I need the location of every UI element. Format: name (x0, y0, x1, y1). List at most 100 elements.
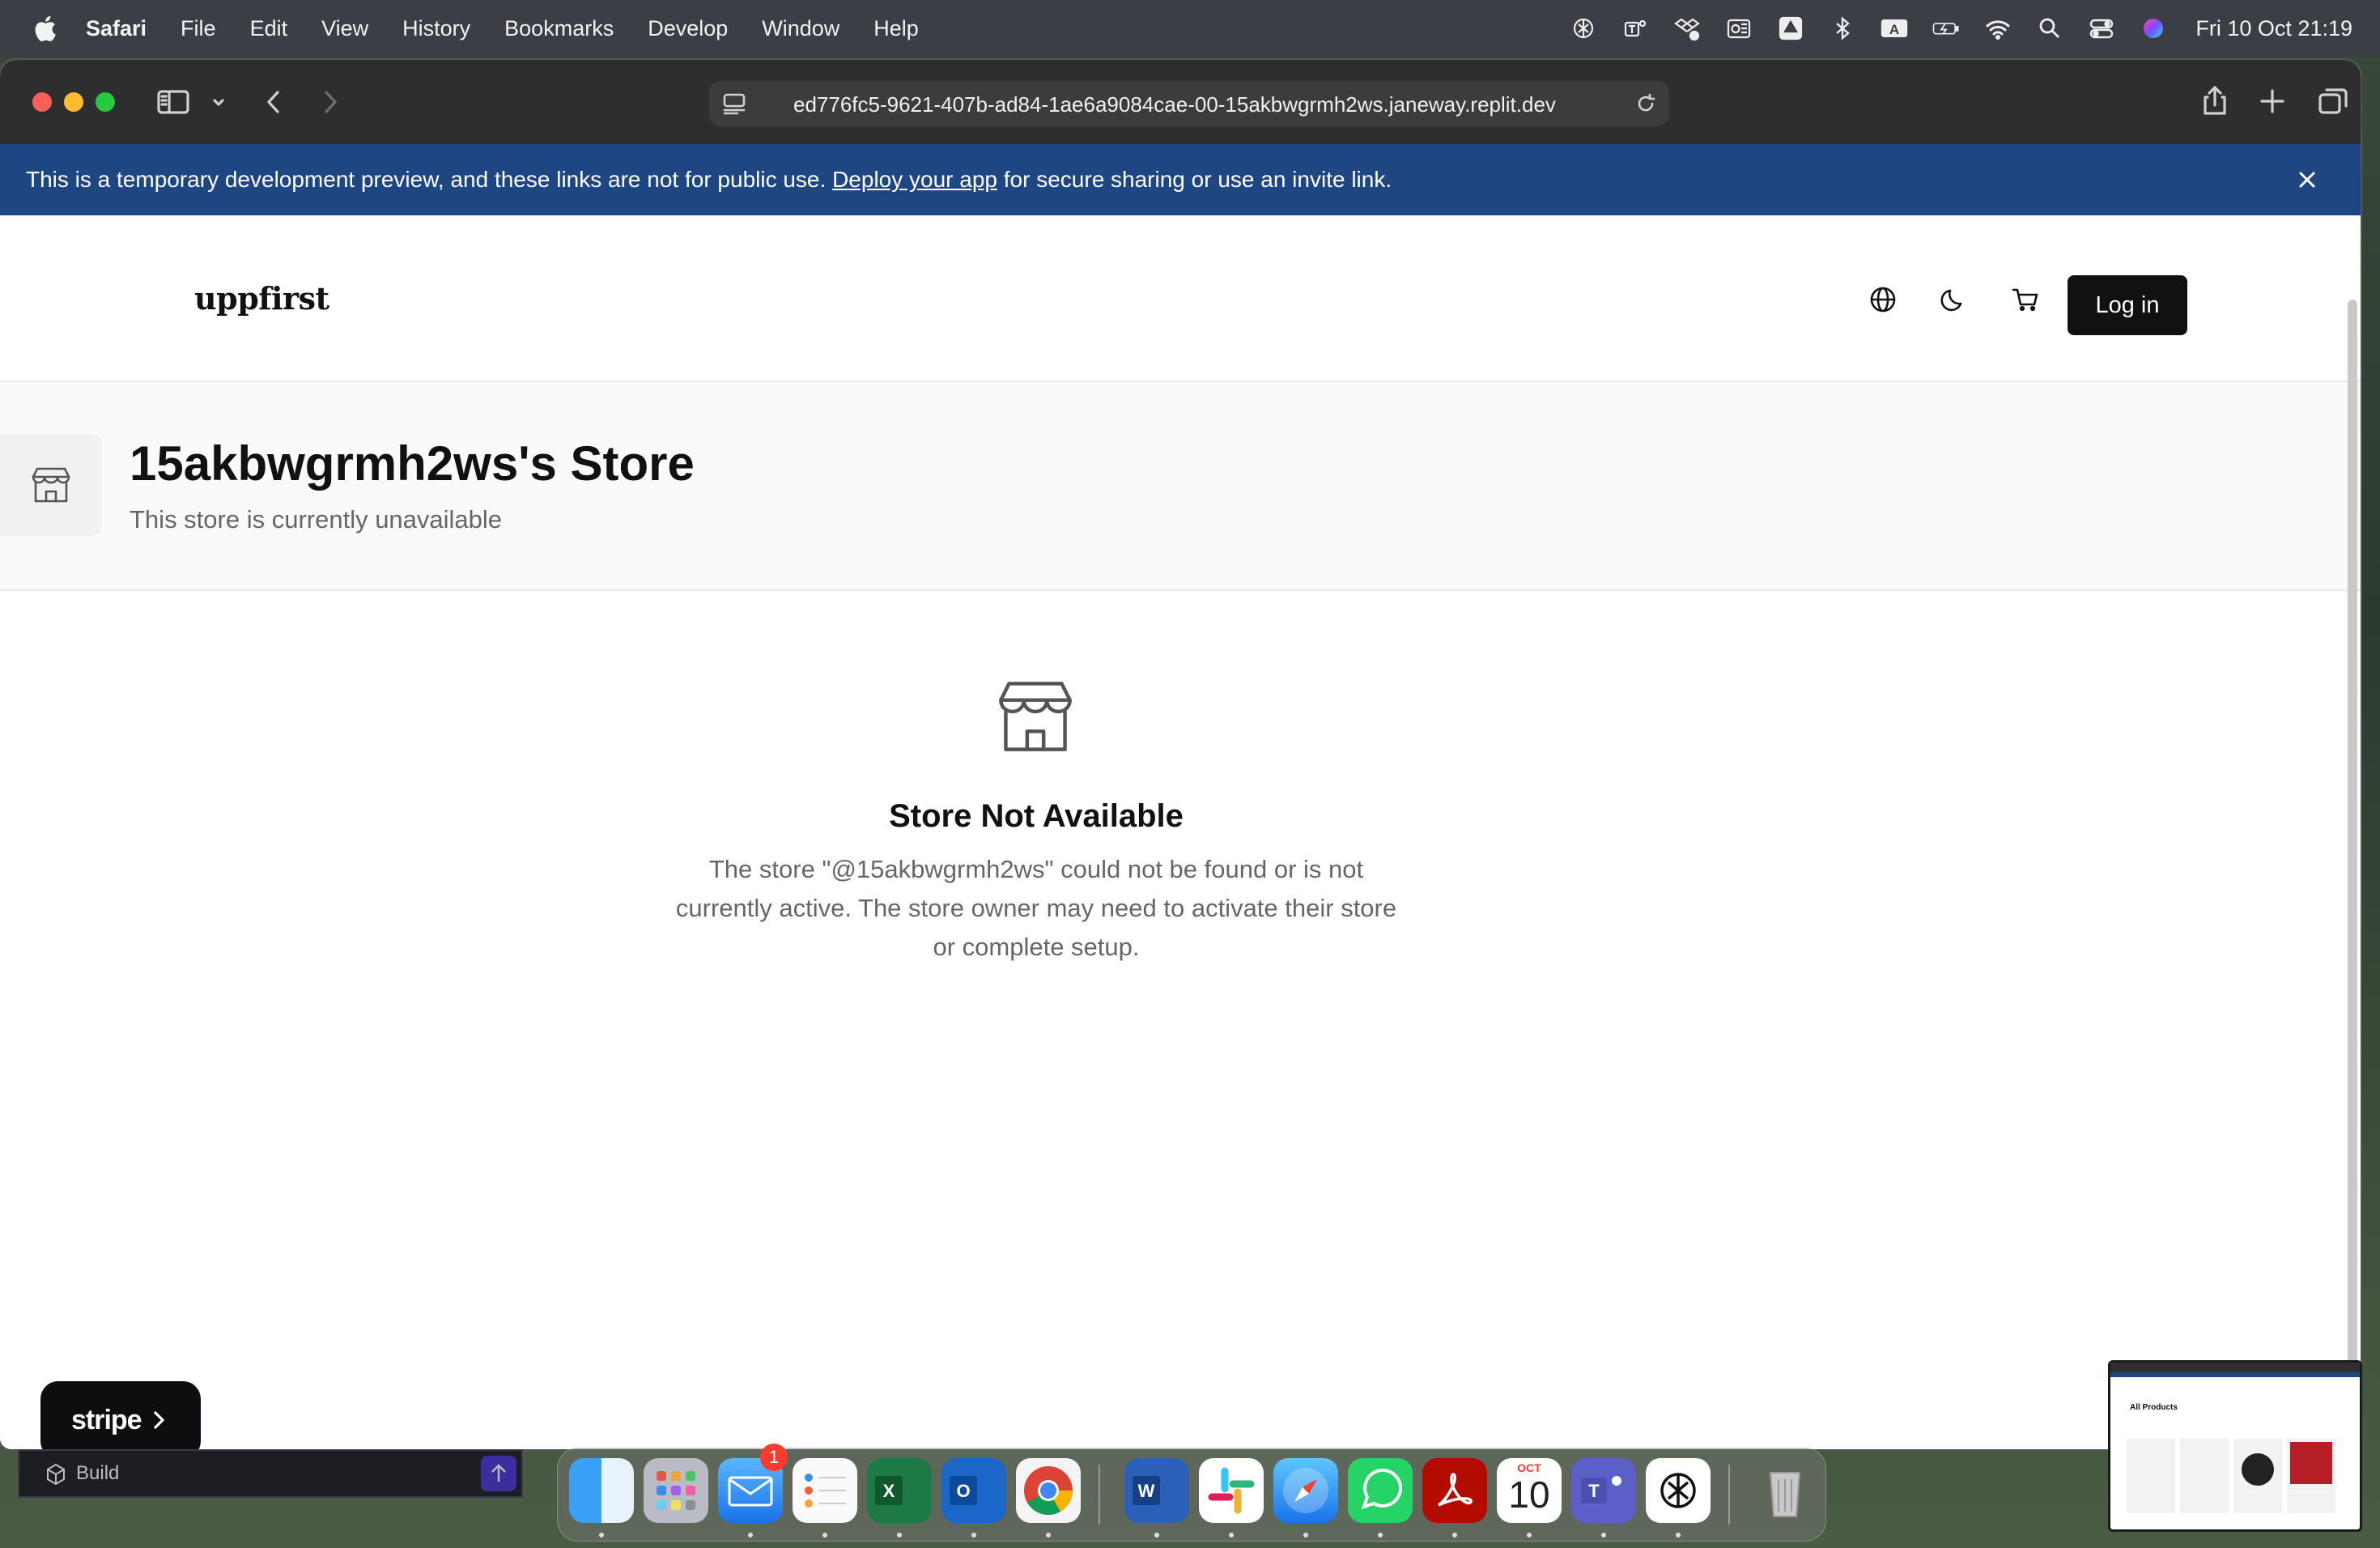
page-menu-icon[interactable] (720, 91, 748, 117)
thumb-title: All Products (2130, 1403, 2178, 1412)
dock-reminders-icon[interactable] (793, 1458, 857, 1523)
menu-bar: Safari File Edit View History Bookmarks … (0, 0, 2380, 57)
svg-text:X: X (883, 1481, 895, 1501)
dock-safari-icon[interactable] (1273, 1458, 1338, 1523)
site-header: uppfirst Log in (0, 215, 2361, 381)
dock-chatgpt-icon[interactable] (1646, 1458, 1711, 1523)
dev-preview-banner: This is a temporary development preview,… (0, 144, 2361, 215)
store-avatar (0, 434, 102, 536)
build-mode-label[interactable]: Build (76, 1462, 119, 1485)
share-icon[interactable] (2199, 83, 2231, 118)
menu-history[interactable]: History (402, 16, 470, 41)
menu-develop[interactable]: Develop (648, 16, 728, 41)
thumb-banner (2110, 1372, 2360, 1377)
banner-text: This is a temporary development preview,… (26, 167, 1392, 193)
thumb-toolbar (2110, 1363, 2360, 1372)
store-unavailable-icon (983, 664, 1088, 769)
page-scrollbar[interactable] (2348, 300, 2357, 1449)
dock-trash-icon[interactable] (1753, 1458, 1817, 1523)
new-tab-icon[interactable] (2257, 86, 2288, 117)
bluetooth-icon[interactable] (1828, 14, 1857, 43)
reload-icon[interactable] (1632, 91, 1660, 117)
stripe-badge[interactable]: stripe (40, 1381, 201, 1449)
svg-text:T: T (1588, 1481, 1600, 1501)
input-source-icon[interactable]: A (1880, 14, 1909, 43)
login-button[interactable]: Log in (2068, 275, 2187, 335)
chevron-down-icon[interactable] (209, 92, 228, 112)
thumb-card (2180, 1439, 2229, 1513)
spotlight-icon[interactable] (2035, 14, 2064, 43)
tab-overview-icon[interactable] (2317, 86, 2349, 117)
forward-icon[interactable] (317, 87, 343, 117)
stripe-logo: stripe (71, 1404, 142, 1435)
url-text[interactable]: ed776fc5-9621-407b-ad84-1ae6a9084cae-00-… (793, 92, 1556, 117)
dock-whatsapp-icon[interactable] (1348, 1458, 1413, 1523)
store-subtitle: This store is currently unavailable (130, 505, 503, 534)
siri-icon[interactable] (2139, 14, 2168, 43)
dropbox-icon[interactable] (1672, 14, 1702, 43)
close-window-button[interactable] (32, 92, 52, 112)
drive-icon[interactable] (1776, 14, 1805, 43)
banner-text-after: for secure sharing or use an invite link… (997, 167, 1392, 192)
menu-edit[interactable]: Edit (250, 16, 288, 41)
dock-slack-icon[interactable] (1199, 1458, 1264, 1523)
menubar-clock[interactable]: Fri 10 Oct 21:19 (2195, 16, 2352, 41)
minimize-window-button[interactable] (64, 92, 83, 112)
close-banner-icon[interactable] (2293, 165, 2322, 194)
input-source-label: A (1889, 22, 1899, 37)
page-content: uppfirst Log in 15akbwgrmh2ws's Store Th… (0, 215, 2361, 1449)
store-icon (32, 467, 70, 503)
outlook-icon[interactable] (1724, 14, 1753, 43)
banner-text-before: This is a temporary development preview,… (26, 167, 833, 192)
teams-icon[interactable] (1621, 14, 1650, 43)
globe-icon[interactable] (1865, 282, 1901, 317)
thumb-card (2233, 1439, 2282, 1513)
menu-help[interactable]: Help (873, 16, 919, 41)
menu-view[interactable]: View (321, 16, 368, 41)
browser-window: ed776fc5-9621-407b-ad84-1ae6a9084cae-00-… (0, 60, 2361, 1449)
dock-finder-icon[interactable] (569, 1458, 634, 1523)
apple-icon[interactable] (32, 15, 57, 42)
empty-state-title: Store Not Available (889, 798, 1184, 834)
control-center-icon[interactable] (2087, 14, 2116, 43)
battery-icon[interactable] (1932, 14, 1961, 43)
dock-chrome-icon[interactable] (1016, 1458, 1081, 1523)
store-header: 15akbwgrmh2ws's Store This store is curr… (0, 381, 2361, 591)
browser-toolbar: ed776fc5-9621-407b-ad84-1ae6a9084cae-00-… (0, 60, 2361, 146)
back-icon[interactable] (261, 87, 287, 117)
empty-state-message: The store "@15akbwgrmh2ws" could not be … (675, 855, 1397, 961)
screenshot-preview-thumbnail[interactable]: All Products (2108, 1360, 2362, 1532)
dock-excel-icon[interactable]: X (867, 1458, 932, 1523)
dock-word-icon[interactable]: W (1124, 1458, 1189, 1523)
arrow-up-icon (491, 1464, 506, 1482)
mail-unread-badge: 1 (760, 1444, 788, 1471)
svg-text:W: W (1138, 1481, 1155, 1501)
dock-calendar-icon[interactable]: OCT 10 (1497, 1458, 1562, 1523)
menu-window[interactable]: Window (762, 16, 839, 41)
chevron-right-icon (153, 1410, 165, 1430)
deploy-app-link[interactable]: Deploy your app (832, 167, 997, 192)
cart-icon[interactable] (2008, 282, 2043, 317)
zoom-window-button[interactable] (96, 92, 115, 112)
dock-acrobat-icon[interactable] (1422, 1458, 1487, 1523)
wifi-icon[interactable] (1983, 14, 2012, 43)
send-button[interactable] (481, 1456, 516, 1491)
store-name: 15akbwgrmh2ws's Store (130, 436, 695, 491)
dock-outlook-icon[interactable]: O (941, 1458, 1006, 1523)
calendar-day: 10 (1508, 1474, 1550, 1516)
menu-file[interactable]: File (181, 16, 216, 41)
menu-app-name[interactable]: Safari (86, 16, 147, 41)
sidebar-toggle-icon[interactable] (155, 87, 191, 117)
dock-teams-icon[interactable]: T (1571, 1458, 1636, 1523)
dock-launchpad-icon[interactable] (644, 1458, 708, 1523)
dock: 1 X O W OCT 10 T (557, 1444, 1826, 1542)
chatgpt-icon[interactable] (1569, 14, 1598, 43)
site-logo[interactable]: uppfirst (194, 280, 329, 317)
address-bar[interactable]: ed776fc5-9621-407b-ad84-1ae6a9084cae-00-… (709, 81, 1669, 126)
workspace-input-strip: Build (18, 1449, 523, 1498)
svg-text:O: O (956, 1481, 970, 1501)
menu-bookmarks[interactable]: Bookmarks (504, 16, 614, 41)
thumb-card (2127, 1439, 2175, 1513)
cube-icon (47, 1463, 65, 1486)
moon-icon[interactable] (1936, 282, 1972, 317)
